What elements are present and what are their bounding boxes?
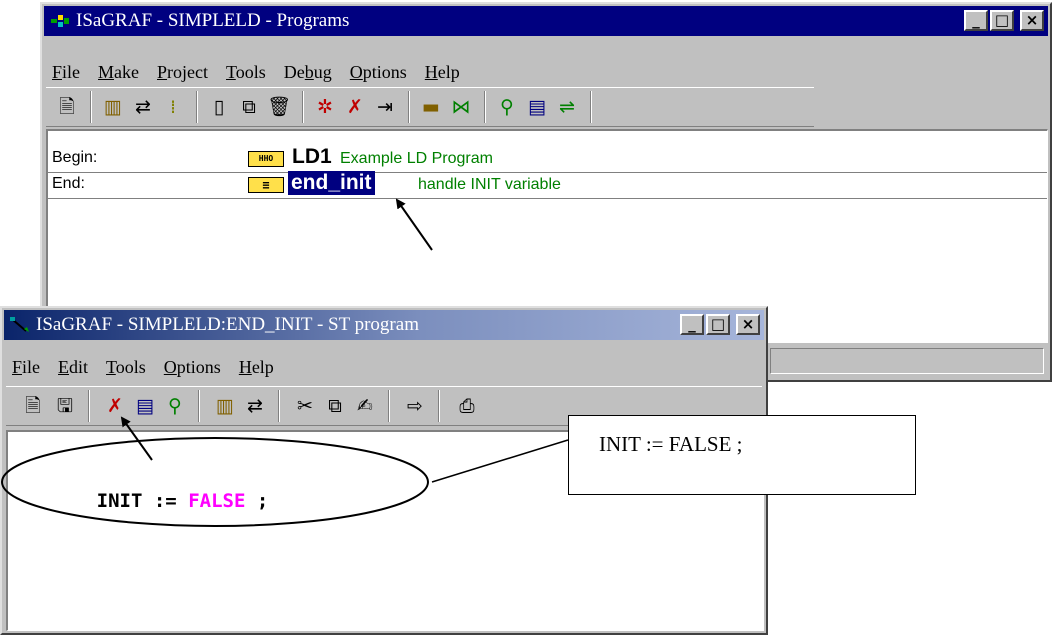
code-variable: INIT: [96, 490, 143, 512]
toolbar-separator: [408, 91, 410, 123]
make-icon[interactable]: ✲: [312, 94, 338, 120]
toolbar-separator: [278, 390, 280, 422]
toolbar-separator: [484, 91, 486, 123]
programs-title: ISaGRAF - SIMPLELD - Programs: [76, 10, 350, 31]
verify-icon[interactable]: ✗: [102, 393, 128, 419]
cut-icon[interactable]: ✂: [292, 393, 318, 419]
insert-icon[interactable]: ⇨: [402, 393, 428, 419]
toolbar-separator: [196, 91, 198, 123]
monitor-icon[interactable]: ▤: [132, 393, 158, 419]
code-terminator: ;: [256, 490, 269, 512]
program-description: handle INIT variable: [418, 176, 561, 193]
conversion-icon[interactable]: ⇄: [130, 94, 156, 120]
list-row-begin[interactable]: Begin: HHO LD1 Example LD Program: [48, 145, 1047, 173]
maximize-icon: □: [994, 11, 1010, 29]
menu-debug[interactable]: Debug: [284, 57, 332, 87]
new-document-icon[interactable]: 🗎: [54, 94, 80, 120]
dictionary-icon[interactable]: ▥: [100, 94, 126, 120]
print-icon[interactable]: ⎙: [454, 393, 480, 419]
toolbar-separator: [302, 91, 304, 123]
maximize-icon: □: [710, 315, 726, 333]
st-editor-icon: [10, 317, 29, 332]
list-row-end[interactable]: End: ≡ end_init handle INIT variable: [48, 171, 1047, 199]
delete-icon[interactable]: 🗑: [266, 94, 292, 120]
menu-help[interactable]: Help: [239, 352, 274, 382]
new-icon[interactable]: 🗎: [20, 393, 46, 419]
program-name: LD1: [292, 145, 332, 168]
menu-edit[interactable]: Edit: [58, 352, 88, 382]
toolbar-separator: [388, 390, 390, 422]
menu-tools[interactable]: Tools: [106, 352, 146, 382]
st-menu-bar: File Edit Tools Options Help: [6, 352, 762, 382]
program-name: end_init: [288, 171, 375, 195]
callout-text: INIT := FALSE ;: [599, 432, 743, 456]
new-program-icon[interactable]: ▯: [206, 94, 232, 120]
code-keyword: FALSE: [188, 490, 246, 512]
ladder-diagram-icon: HHO: [248, 151, 284, 167]
monitor-icon[interactable]: ⇌: [554, 94, 580, 120]
section-label: Begin:: [52, 149, 98, 166]
verify-icon[interactable]: ✗: [342, 94, 368, 120]
toolbar-separator: [438, 390, 440, 422]
debug-icon[interactable]: ⚲: [162, 393, 188, 419]
minimize-button[interactable]: _: [964, 10, 988, 31]
menu-file[interactable]: File: [12, 352, 40, 382]
toolbar-separator: [590, 91, 592, 123]
maximize-button[interactable]: □: [706, 314, 730, 335]
toolbar-separator: [88, 390, 90, 422]
copy-icon[interactable]: ⧉: [322, 393, 348, 419]
code-operator: :=: [153, 490, 177, 512]
menu-project[interactable]: Project: [157, 57, 208, 87]
st-title-bar[interactable]: ISaGRAF - SIMPLELD:END_INIT - ST program…: [4, 310, 764, 340]
run-icon[interactable]: ⇥: [372, 94, 398, 120]
status-panel: [770, 348, 1044, 374]
maximize-button[interactable]: □: [990, 10, 1014, 31]
menu-tools[interactable]: Tools: [226, 57, 266, 87]
copy-program-icon[interactable]: ⧉: [236, 94, 262, 120]
programs-toolbar: 🗎 ▥ ⇄ ⁞ ▯ ⧉ 🗑 ✲ ✗ ⇥ ▬ ⋈ ⚲ ▤ ⇌: [46, 87, 814, 127]
compile-icon[interactable]: ▬: [418, 94, 444, 120]
menu-help[interactable]: Help: [425, 57, 460, 87]
callout-box: INIT := FALSE ;: [568, 415, 916, 495]
link-icon[interactable]: ⚲: [494, 94, 520, 120]
close-icon: ×: [1025, 11, 1039, 29]
section-label: End:: [52, 175, 85, 192]
program-description: Example LD Program: [340, 150, 493, 167]
toolbar-separator: [90, 91, 92, 123]
isagraf-app-icon: [51, 15, 69, 27]
close-icon: ×: [741, 315, 755, 333]
menu-options[interactable]: Options: [350, 57, 407, 87]
minimize-button[interactable]: _: [680, 314, 704, 335]
menu-options[interactable]: Options: [164, 352, 221, 382]
simulate-icon[interactable]: ▤: [524, 94, 550, 120]
menu-make[interactable]: Make: [98, 57, 139, 87]
menu-file[interactable]: File: [52, 57, 80, 87]
io-connection-icon[interactable]: ⁞: [160, 94, 186, 120]
paste-icon[interactable]: ✍: [352, 393, 378, 419]
save-icon[interactable]: 🖫: [52, 393, 78, 419]
programs-menu-bar: File Make Project Tools Debug Options He…: [46, 57, 1046, 87]
st-title: ISaGRAF - SIMPLELD:END_INIT - ST program: [36, 314, 419, 335]
programs-title-bar[interactable]: ISaGRAF - SIMPLELD - Programs _ □ ×: [44, 6, 1048, 36]
minimize-icon: _: [688, 315, 696, 333]
dictionary-icon[interactable]: ▥: [212, 393, 238, 419]
minimize-icon: _: [972, 11, 980, 29]
toolbar-separator: [198, 390, 200, 422]
close-button[interactable]: ×: [736, 314, 760, 335]
st-code-line: INIT := FALSE ;: [28, 468, 269, 534]
conversion-icon[interactable]: ⇄: [242, 393, 268, 419]
debug-icon[interactable]: ⋈: [448, 94, 474, 120]
st-program-icon: ≡: [248, 177, 284, 193]
close-button[interactable]: ×: [1020, 10, 1044, 31]
